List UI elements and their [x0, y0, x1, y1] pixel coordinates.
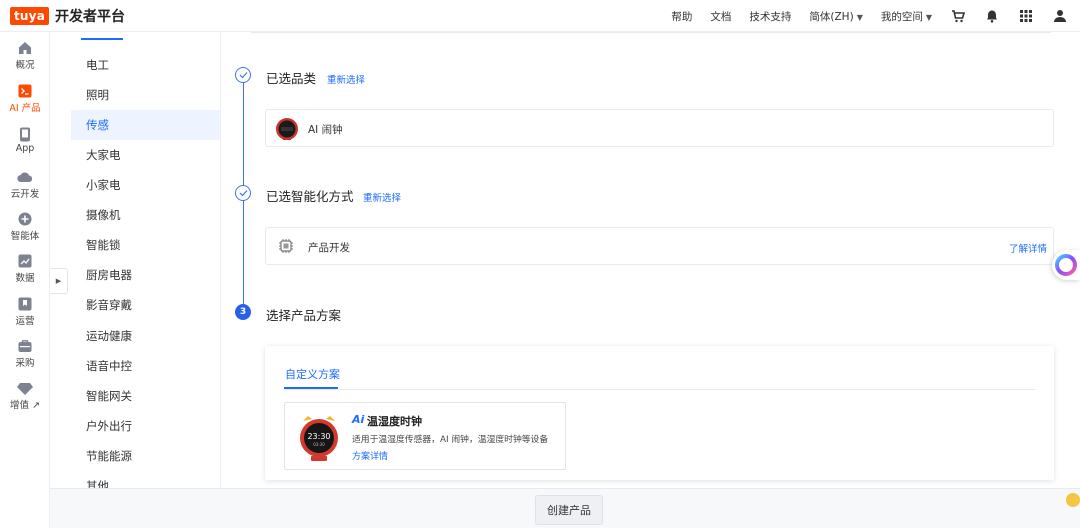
space-label: 我的空间: [880, 10, 923, 23]
ai-clock-icon: [276, 118, 298, 140]
tuya-logo: tuya: [10, 6, 49, 25]
plan-name: 温湿度时钟: [367, 415, 422, 428]
category-item[interactable]: 语音中控: [71, 351, 220, 381]
rail-label: 采购: [15, 358, 35, 369]
top-header: tuya 开发者平台 帮助 文档 技术支持 简体(ZH) ▼ 我的空间 ▼: [0, 0, 1080, 32]
rail-item-cloud-dev[interactable]: 云开发: [0, 170, 50, 200]
category-item[interactable]: 厨房电器: [71, 260, 220, 290]
check-icon: [235, 185, 251, 201]
rail-label: 运营: [15, 316, 35, 327]
tab-custom-plan[interactable]: 自定义方案: [285, 366, 340, 382]
logo[interactable]: tuya 开发者平台: [10, 6, 125, 26]
caret-right-icon: ▶: [55, 277, 62, 285]
top-nav: 帮助 文档 技术支持 简体(ZH) ▼ 我的空间 ▼: [671, 0, 1080, 32]
rail-item-operations[interactable]: 运营: [0, 297, 50, 327]
assistant-orb-icon: [1055, 254, 1077, 276]
category-item[interactable]: 智能网关: [71, 381, 220, 411]
collapse-toggle[interactable]: ▶: [50, 268, 68, 294]
category-item[interactable]: 电工: [71, 50, 220, 80]
create-product-button[interactable]: 创建产品: [535, 495, 603, 525]
language-label: 简体(ZH): [809, 10, 854, 23]
step2-reselect-link[interactable]: 重新选择: [363, 190, 401, 204]
main-content: 已选品类 重新选择 AI 闹钟 已选智能化方式 重新选择 产品开发 了解详情 3…: [221, 32, 1080, 488]
tab-divider: [284, 389, 1036, 390]
rail-item-value-added[interactable]: 增值 ↗: [0, 381, 50, 411]
agent-icon: [17, 212, 33, 226]
clock-time: 23:30: [307, 432, 330, 441]
ai-assistant-button[interactable]: [1052, 250, 1080, 280]
learn-more-link[interactable]: 了解详情: [1009, 241, 1047, 255]
category-item[interactable]: 小家电: [71, 170, 220, 200]
cart-box-icon: [17, 339, 33, 353]
selected-category-card: AI 闹钟: [265, 109, 1054, 147]
plan-details-link[interactable]: 方案详情: [352, 449, 388, 462]
check-icon: [235, 67, 251, 83]
clock-sub: 03:30: [313, 442, 325, 447]
phone-icon: [17, 127, 33, 141]
rail-label: AI 产品: [9, 103, 41, 114]
selected-method-name: 产品开发: [308, 242, 350, 254]
step1-title: 已选品类: [266, 71, 317, 86]
cloud-icon: [17, 170, 33, 184]
plan-description: 适用于温湿度传感器，AI 闹钟，温湿度时钟等设备: [352, 435, 549, 445]
caret-down-icon: ▼: [925, 12, 932, 22]
selected-category-name: AI 闹钟: [308, 124, 343, 136]
caret-down-icon: ▼: [856, 12, 863, 22]
rail-label: 数据: [15, 273, 35, 284]
user-icon[interactable]: [1052, 8, 1068, 24]
home-icon: [17, 41, 33, 55]
chart-icon: [17, 254, 33, 268]
category-item[interactable]: 摄像机: [71, 200, 220, 230]
footer-bar: 创建产品: [50, 488, 1080, 528]
category-item-active[interactable]: 传感: [71, 110, 220, 140]
nav-docs[interactable]: 文档: [710, 9, 731, 24]
category-item[interactable]: 户外出行: [71, 411, 220, 441]
divider: [251, 32, 1051, 33]
category-item[interactable]: 影音穿戴: [71, 290, 220, 320]
grid-apps-icon[interactable]: [1018, 8, 1034, 24]
side-rail: 概况 AI 产品 App 云开发 智能体 数据 运营 采购 增值 ↗: [0, 32, 50, 528]
category-list: 电工 照明 传感 大家电 小家电 摄像机 智能锁 厨房电器 影音穿戴 运动健康 …: [71, 32, 221, 488]
temperature-clock-image: 23:30 03:30: [300, 416, 338, 461]
selected-method-card: 产品开发 了解详情: [265, 227, 1054, 265]
category-item[interactable]: 节能能源: [71, 441, 220, 471]
category-item[interactable]: 智能锁: [71, 230, 220, 260]
step2-title: 已选智能化方式: [266, 189, 354, 204]
rail-item-ai-product[interactable]: AI 产品: [0, 84, 50, 114]
rail-item-data[interactable]: 数据: [0, 254, 50, 284]
bell-icon[interactable]: [984, 8, 1000, 24]
category-item[interactable]: 其他: [71, 471, 220, 488]
plan-card[interactable]: 23:30 03:30 Ai 温湿度时钟 适用于温湿度传感器，AI 闹钟，温湿度…: [284, 402, 566, 470]
category-list-indicator: [81, 38, 123, 40]
chip-icon: [279, 239, 293, 253]
terminal-icon: [17, 84, 33, 98]
nav-help[interactable]: 帮助: [671, 9, 692, 24]
cart-icon[interactable]: [950, 8, 966, 24]
bookmark-icon: [17, 297, 33, 311]
rail-label: 智能体: [10, 231, 40, 242]
rail-label: App: [15, 143, 35, 154]
brand-name: 开发者平台: [55, 8, 125, 25]
nav-support[interactable]: 技术支持: [749, 9, 791, 24]
step1-reselect-link[interactable]: 重新选择: [327, 72, 365, 86]
diamond-icon: [17, 381, 33, 395]
ai-badge-icon: Ai: [352, 413, 365, 426]
rail-label: 云开发: [10, 189, 40, 200]
rail-item-purchase[interactable]: 采购: [0, 339, 50, 369]
help-bubble-icon[interactable]: [1066, 493, 1080, 507]
rail-label: 概况: [15, 60, 35, 71]
rail-label: 增值 ↗: [10, 400, 40, 411]
category-item[interactable]: 大家电: [71, 140, 220, 170]
space-selector[interactable]: 我的空间 ▼: [881, 9, 932, 24]
rail-item-overview[interactable]: 概况: [0, 41, 50, 71]
category-item[interactable]: 运动健康: [71, 321, 220, 351]
step3-number: 3: [235, 304, 251, 320]
rail-item-app[interactable]: App: [0, 127, 50, 154]
plan-panel: 自定义方案 23:30 03:30 Ai 温湿度时钟 适用于温湿度传感器，AI …: [265, 346, 1054, 480]
category-item[interactable]: 照明: [71, 80, 220, 110]
step3-title: 选择产品方案: [266, 308, 342, 323]
language-selector[interactable]: 简体(ZH) ▼: [809, 9, 862, 24]
rail-item-agent[interactable]: 智能体: [0, 212, 50, 242]
